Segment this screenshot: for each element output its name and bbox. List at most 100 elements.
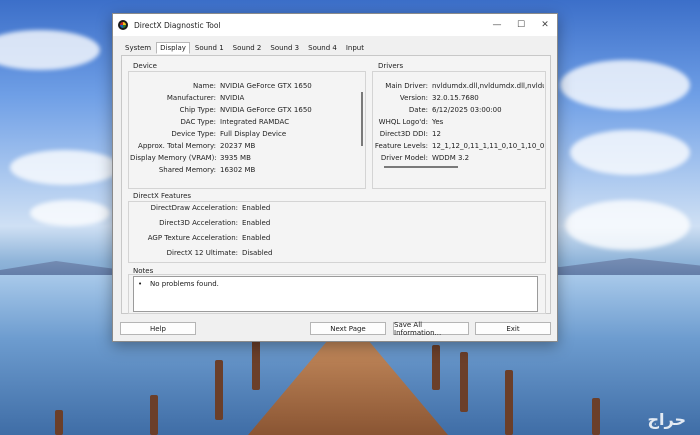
- driver-row: Direct3D DDI: 12: [374, 128, 544, 140]
- driver-value: nvldumdx.dll,nvldumdx.dll,nvldumdx.d: [432, 82, 544, 90]
- driver-label: Date:: [408, 106, 428, 114]
- drivers-scrollbar[interactable]: [384, 166, 458, 168]
- device-value: 20237 MB: [220, 142, 256, 150]
- tab-sound-3[interactable]: Sound 3: [266, 42, 303, 54]
- driver-row: WHQL Logo'd: Yes: [374, 116, 544, 128]
- feature-value: Disabled: [242, 249, 273, 257]
- tab-sound-2[interactable]: Sound 2: [229, 42, 266, 54]
- device-label: Manufacturer:: [166, 94, 216, 102]
- tab-sound-1[interactable]: Sound 1: [191, 42, 228, 54]
- device-row: Device Type: Full Display Device: [130, 128, 360, 140]
- dxdiag-window: DirectX Diagnostic Tool — ☐ ✕ System Dis…: [112, 13, 558, 342]
- driver-value: 12: [432, 130, 441, 138]
- cloud: [30, 200, 110, 226]
- pier-post: [252, 340, 260, 390]
- device-label: Display Memory (VRAM):: [130, 154, 217, 162]
- device-scrollbar[interactable]: [361, 92, 363, 146]
- save-all-information-button[interactable]: Save All Information...: [393, 321, 469, 337]
- directx-icon: [118, 20, 128, 30]
- note-item: • No problems found.: [138, 280, 219, 288]
- device-value: Integrated RAMDAC: [220, 118, 290, 126]
- pier-post: [55, 410, 63, 435]
- cloud: [560, 60, 690, 110]
- device-label: Chip Type:: [179, 106, 216, 114]
- feature-label: DirectX 12 Ultimate:: [166, 249, 238, 257]
- device-label: Approx. Total Memory:: [138, 142, 216, 150]
- driver-row: Main Driver: nvldumdx.dll,nvldumdx.dll,nv…: [374, 80, 544, 92]
- tab-display[interactable]: Display: [156, 42, 190, 54]
- feature-row: DirectX 12 Ultimate: Disabled: [130, 247, 322, 259]
- feature-row: DirectDraw Acceleration: Enabled: [130, 202, 322, 214]
- feature-value: Enabled: [242, 204, 271, 212]
- note-text: No problems found.: [150, 280, 219, 288]
- pier-post: [460, 352, 468, 412]
- device-row: Chip Type: NVIDIA GeForce GTX 1650: [130, 104, 360, 116]
- driver-value: 12_1,12_0,11_1,11_0,10_1,10_0,9_3: [432, 142, 544, 150]
- device-row: Approx. Total Memory: 20237 MB: [130, 140, 360, 152]
- help-button[interactable]: Help: [120, 322, 196, 335]
- device-label: Name:: [192, 82, 216, 90]
- device-row: Manufacturer: NVIDIA: [130, 92, 360, 104]
- device-value: 3935 MB: [220, 154, 251, 162]
- drivers-group-title: Drivers: [378, 62, 404, 70]
- tab-bar: System Display Sound 1 Sound 2 Sound 3 S…: [121, 42, 369, 54]
- tab-system[interactable]: System: [121, 42, 155, 54]
- device-value: NVIDIA GeForce GTX 1650: [220, 82, 312, 90]
- device-value: Full Display Device: [220, 130, 287, 138]
- driver-row: Date: 6/12/2025 03:00:00: [374, 104, 544, 116]
- feature-row: AGP Texture Acceleration: Enabled: [130, 232, 322, 244]
- title-bar[interactable]: DirectX Diagnostic Tool — ☐ ✕: [113, 14, 557, 36]
- driver-row: Feature Levels: 12_1,12_0,11_1,11_0,10_1,…: [374, 140, 544, 152]
- driver-row: Version: 32.0.15.7680: [374, 92, 544, 104]
- driver-value: 32.0.15.7680: [432, 94, 479, 102]
- maximize-button[interactable]: ☐: [509, 20, 533, 30]
- driver-label: Feature Levels:: [374, 142, 428, 150]
- pier-post: [215, 360, 223, 420]
- next-page-button[interactable]: Next Page: [310, 322, 386, 335]
- minimize-button[interactable]: —: [485, 20, 509, 30]
- device-label: Shared Memory:: [158, 166, 216, 174]
- feature-value: Enabled: [242, 219, 271, 227]
- device-group-title: Device: [133, 62, 157, 70]
- device-value: NVIDIA: [220, 94, 245, 102]
- feature-row: Direct3D Acceleration: Enabled: [130, 217, 322, 229]
- driver-label: Version:: [399, 94, 428, 102]
- device-row: Shared Memory: 16302 MB: [130, 164, 360, 176]
- driver-label: Main Driver:: [385, 82, 428, 90]
- cloud: [565, 200, 690, 250]
- device-row: DAC Type: Integrated RAMDAC: [130, 116, 360, 128]
- cloud: [0, 30, 100, 70]
- note-bullet: •: [138, 280, 143, 288]
- features-group-title: DirectX Features: [133, 192, 192, 200]
- tab-input[interactable]: Input: [342, 42, 368, 54]
- close-button[interactable]: ✕: [533, 20, 557, 30]
- pier-post: [505, 370, 513, 435]
- driver-row: Driver Model: WDDM 3.2: [374, 152, 544, 164]
- device-label: Device Type:: [171, 130, 216, 138]
- feature-label: DirectDraw Acceleration:: [150, 204, 238, 212]
- exit-button[interactable]: Exit: [475, 322, 551, 335]
- driver-value: WDDM 3.2: [432, 154, 470, 162]
- feature-value: Enabled: [242, 234, 271, 242]
- device-label: DAC Type:: [180, 118, 216, 126]
- driver-label: Direct3D DDI:: [379, 130, 428, 138]
- window-title: DirectX Diagnostic Tool: [134, 20, 221, 30]
- device-row: Display Memory (VRAM): 3935 MB: [130, 152, 360, 164]
- driver-value: 6/12/2025 03:00:00: [432, 106, 502, 114]
- notes-textbox[interactable]: • No problems found.: [133, 276, 538, 312]
- driver-value: Yes: [432, 118, 444, 126]
- cloud: [570, 130, 690, 175]
- tab-sound-4[interactable]: Sound 4: [304, 42, 341, 54]
- device-value: NVIDIA GeForce GTX 1650: [220, 106, 312, 114]
- watermark-logo: حراج: [647, 410, 687, 429]
- driver-label: WHQL Logo'd:: [378, 118, 428, 126]
- device-value: 16302 MB: [220, 166, 256, 174]
- feature-label: AGP Texture Acceleration:: [147, 234, 238, 242]
- pier-post: [150, 395, 158, 435]
- feature-label: Direct3D Acceleration:: [159, 219, 238, 227]
- pier-post: [592, 398, 600, 435]
- cloud: [10, 150, 120, 185]
- pier-post: [432, 345, 440, 390]
- device-row: Name: NVIDIA GeForce GTX 1650: [130, 80, 360, 92]
- driver-label: Driver Model:: [380, 154, 428, 162]
